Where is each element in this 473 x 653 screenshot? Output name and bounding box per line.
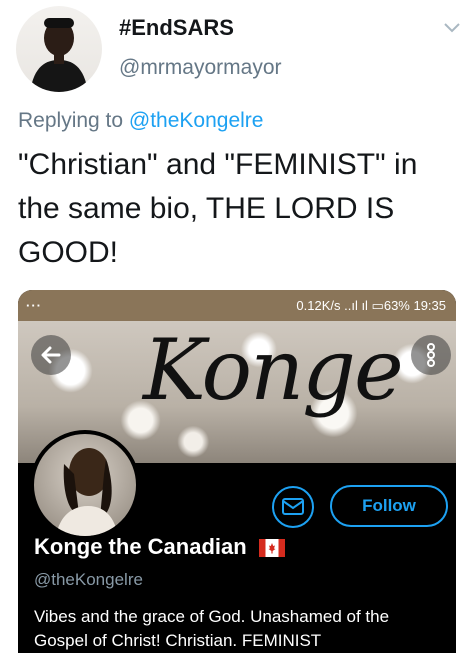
replying-to: Replying to @theKongelre <box>18 109 263 133</box>
back-button[interactable] <box>31 335 71 375</box>
embedded-screenshot[interactable]: ··· 0.12K/s ..ıl ıl ▭63% 19:35 Konge Fol… <box>18 290 456 653</box>
profile-name-text: Konge the Canadian <box>34 534 247 559</box>
mail-icon <box>282 498 304 515</box>
banner-text: Konge <box>143 321 404 419</box>
canada-flag-icon <box>258 539 285 557</box>
message-button[interactable] <box>272 486 314 528</box>
status-right: 0.12K/s ..ıl ıl ▭63% 19:35 <box>296 298 446 313</box>
profile-handle: @theKongelre <box>34 570 143 589</box>
profile-name: Konge the Canadian <box>34 534 285 560</box>
replying-prefix: Replying to <box>18 109 129 132</box>
profile-avatar[interactable] <box>30 430 140 540</box>
display-name[interactable]: #EndSARS <box>119 15 234 41</box>
avatar[interactable] <box>16 6 102 92</box>
status-left: ··· <box>26 298 42 313</box>
avatar-image <box>30 18 88 92</box>
reply-mention-link[interactable]: @theKongelre <box>129 109 264 132</box>
more-button[interactable] <box>411 335 451 375</box>
profile-bio: Vibes and the grace of God. Unashamed of… <box>34 607 390 650</box>
status-bar: ··· 0.12K/s ..ıl ıl ▭63% 19:35 <box>18 290 456 321</box>
follow-button[interactable]: Follow <box>330 485 448 527</box>
arrow-left-icon <box>41 346 61 364</box>
user-handle[interactable]: @mrmayormayor <box>119 56 282 80</box>
chevron-down-icon[interactable] <box>443 22 461 34</box>
profile-avatar-image <box>56 448 118 536</box>
tweet-text: "Christian" and "FEMINIST" in the same b… <box>18 148 418 269</box>
more-vertical-icon <box>427 343 435 367</box>
